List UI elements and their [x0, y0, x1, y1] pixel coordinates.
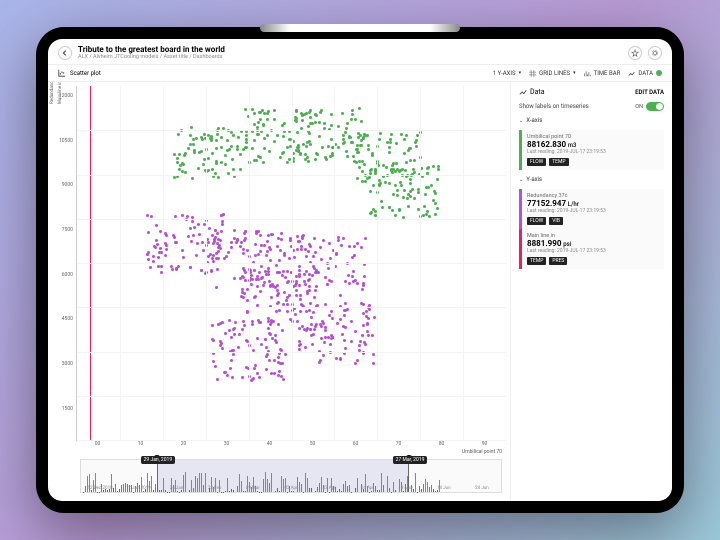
scatter-icon: [58, 69, 66, 77]
timebar-tick-label: 24 Jun: [463, 486, 501, 491]
chevron-down-icon: ⌄: [519, 177, 523, 183]
card-value: 88162.830: [527, 140, 566, 149]
card-unit: L/hr: [568, 201, 579, 208]
card-last-reading: Last reading: 2019-JUL-17 23:19:53: [527, 248, 659, 254]
gear-icon: [651, 49, 659, 57]
card-last-reading: Last reading: 2019-JUL-17 23:19:53: [527, 208, 659, 214]
yaxis-label: 1 Y-AXIS: [493, 70, 516, 77]
timeseries-card[interactable]: Redundancy 37c77152.947 L/hrLast reading…: [519, 189, 664, 229]
card-tag: PRES: [549, 257, 567, 265]
data-icon: [519, 88, 527, 96]
xaxis-cards: Umbilical point 7088162.830 m3Last readi…: [519, 130, 664, 170]
timebar-tick-label: 19 May: [387, 486, 425, 491]
app-screen: Tribute to the greatest board in the wor…: [48, 39, 672, 501]
y-tick: 4500: [62, 316, 73, 322]
timebar-label: TIME BAR: [594, 70, 621, 77]
timebar-tick-label: 12 Dec 2018: [81, 486, 119, 491]
sidebar-header: Data EDIT DATA: [519, 88, 664, 96]
y-tick: 3000: [62, 361, 73, 367]
apple-pencil: [260, 24, 460, 32]
scatter-plot[interactable]: [76, 86, 506, 441]
favorite-button[interactable]: [628, 46, 642, 60]
arrow-left-icon: [61, 49, 69, 57]
timebar-tick-label: 09 Mar: [234, 486, 272, 491]
labels-toggle-row: Show labels on timeseries ON: [519, 102, 664, 111]
chevron-down-icon: ▾: [573, 70, 576, 76]
grid-icon: [529, 70, 536, 77]
card-unit: psi: [563, 241, 571, 248]
xaxis-section[interactable]: ⌄ X-axis: [519, 117, 664, 124]
card-tag: TEMP: [549, 158, 568, 166]
card-tag: FLOW: [527, 158, 546, 166]
card-value: 8881.990: [527, 239, 561, 248]
data-icon: [628, 70, 635, 77]
timebar-tick-label: 14 Apr: [348, 486, 386, 491]
y-tick: 6000: [62, 272, 73, 278]
gridlines-label: GRID LINES: [539, 70, 570, 77]
timebar-tick-label: 24 Jan: [157, 486, 195, 491]
y-axis-label-left: Redundancy 37c: [50, 82, 55, 104]
x-axis-label: Umbilical point 70: [52, 447, 506, 455]
timebar-toggle[interactable]: TIME BAR: [584, 70, 621, 77]
xaxis-section-label: X-axis: [526, 117, 542, 124]
data-label: DATA: [638, 70, 653, 77]
timebar-ticks: 12 Dec 201812 Jan 201924 Jan23 Feb09 Mar…: [81, 486, 501, 491]
edit-data-button[interactable]: EDIT DATA: [635, 89, 664, 96]
timebar-icon: [584, 70, 591, 77]
card-tag: FLOW: [527, 217, 546, 225]
y-tick: 9000: [62, 182, 73, 188]
labels-toggle-state: ON: [635, 104, 643, 110]
data-panel-toggle[interactable]: DATA: [628, 70, 662, 77]
chart-type-text: Scatter plot: [70, 70, 101, 77]
breadcrumb: ALX / Alvheim JTCooling models / Asset t…: [78, 54, 622, 60]
y-axis: Redundancy 37c Main line in 120001050090…: [52, 86, 76, 441]
back-button[interactable]: [58, 46, 72, 60]
gridlines-toggle[interactable]: GRID LINES ▾: [529, 70, 575, 77]
header: Tribute to the greatest board in the wor…: [48, 39, 672, 65]
chevron-down-icon: ▾: [519, 70, 522, 76]
timebar-tick-label: 12 Jan 2019: [119, 486, 157, 491]
timebar-tick-label: 02 Apr: [272, 486, 310, 491]
star-icon: [631, 49, 639, 57]
sidebar-title: Data: [530, 88, 545, 96]
title-block: Tribute to the greatest board in the wor…: [78, 45, 622, 60]
timeseries-card[interactable]: Main line in8881.990 psiLast reading: 20…: [519, 229, 664, 269]
card-last-reading: Last reading: 2019-JUL-17 23:19:53: [527, 149, 659, 155]
toolbar: Scatter plot 1 Y-AXIS ▾ GRID LINES ▾ TIM…: [48, 65, 672, 82]
yaxis-toggle[interactable]: 1 Y-AXIS ▾: [493, 70, 521, 77]
timebar-tick-label: 02 Apr: [310, 486, 348, 491]
chevron-down-icon: ⌄: [519, 118, 523, 124]
chart-area: Redundancy 37c Main line in 120001050090…: [48, 82, 510, 501]
timebar-tick-label: 23 Feb: [196, 486, 234, 491]
y-tick: 12000: [59, 93, 73, 99]
card-tag: TEMP: [527, 257, 546, 265]
y-tick: 10500: [59, 138, 73, 144]
chart-type-label: Scatter plot: [58, 69, 101, 77]
y-tick: 1500: [62, 406, 73, 412]
time-bar[interactable]: 29 Jan, 2019 27 Mar, 2019 12 Dec 201812 …: [80, 459, 502, 493]
page-title: Tribute to the greatest board in the wor…: [78, 45, 622, 54]
timebar-date-end: 27 Mar, 2019: [393, 456, 428, 464]
y-tick: 7500: [62, 227, 73, 233]
yaxis-cards: Redundancy 37c77152.947 L/hrLast reading…: [519, 189, 664, 269]
data-sidebar: Data EDIT DATA Show labels on timeseries…: [510, 82, 672, 501]
timebar-tick-label: 14 Jun: [425, 486, 463, 491]
tablet-frame: Tribute to the greatest board in the wor…: [36, 27, 684, 513]
labels-toggle-label: Show labels on timeseries: [519, 103, 589, 110]
card-unit: m3: [568, 142, 577, 149]
timebar-date-start: 29 Jan, 2019: [141, 456, 176, 464]
card-value: 77152.947: [527, 199, 566, 208]
settings-button[interactable]: [648, 46, 662, 60]
yaxis-section[interactable]: ⌄ Y-axis: [519, 176, 664, 183]
data-active-indicator: [656, 70, 662, 76]
plot-wrap: Redundancy 37c Main line in 120001050090…: [52, 86, 506, 441]
timeseries-card[interactable]: Umbilical point 7088162.830 m3Last readi…: [519, 130, 664, 170]
main: Redundancy 37c Main line in 120001050090…: [48, 82, 672, 501]
labels-toggle[interactable]: [646, 102, 664, 111]
card-tag: VIB: [549, 217, 563, 225]
yaxis-section-label: Y-axis: [526, 176, 542, 183]
